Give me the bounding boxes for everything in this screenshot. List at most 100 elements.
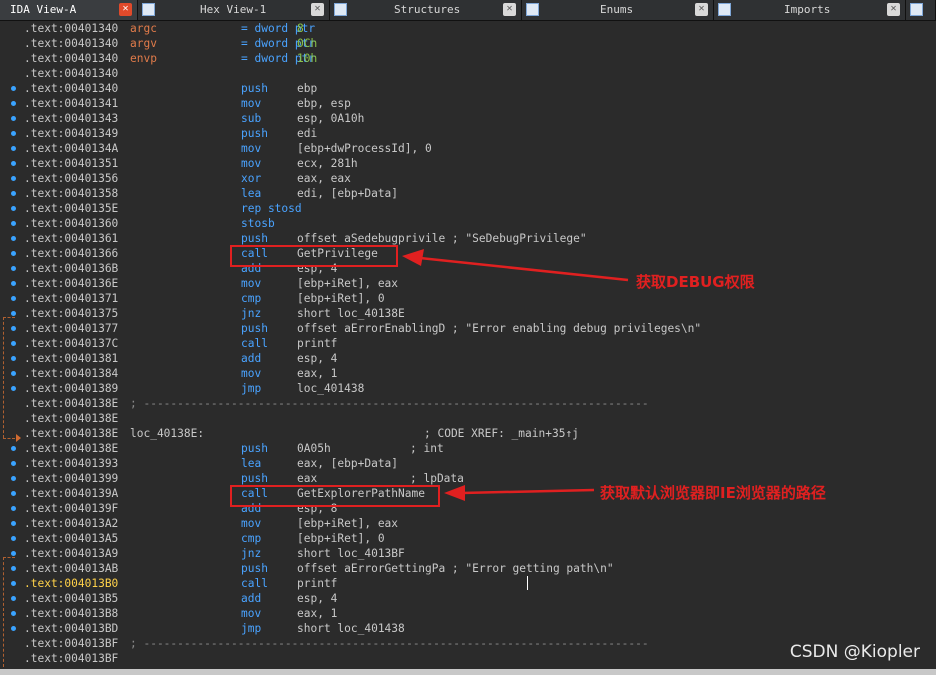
line-address: .text:00401360 — [24, 217, 119, 230]
disasm-line[interactable]: .text:004013BD jmp short loc_401438 — [24, 621, 936, 636]
disassembly-listing[interactable]: .text:00401340 argc = dword ptr 8 .text:0040… — [24, 21, 936, 669]
tab-enums[interactable]: Enums ✕ — [522, 0, 714, 20]
close-icon[interactable]: ✕ — [695, 3, 708, 16]
line-operand: short loc_40138E — [297, 307, 405, 320]
tab-ida-view-a[interactable]: IDA View-A ✕ — [0, 0, 138, 20]
disasm-line[interactable]: .text:00401340 argc = dword ptr 8 — [24, 21, 936, 36]
disasm-line[interactable]: .text:0040134A mov [ebp+dwProcessId], 0 — [24, 141, 936, 156]
tab-overflow[interactable] — [906, 0, 936, 20]
breakpoint-dot-icon[interactable] — [11, 596, 16, 601]
disasm-line[interactable]: .text:00401340 push ebp — [24, 81, 936, 96]
breakpoint-dot-icon[interactable] — [11, 251, 16, 256]
disasm-line[interactable]: .text:00401393 lea eax, [ebp+Data] — [24, 456, 936, 471]
disasm-line[interactable]: .text:0040139F add esp, 8 — [24, 501, 936, 516]
breakpoint-dot-icon[interactable] — [11, 131, 16, 136]
disasm-line[interactable]: .text:00401360 stosb — [24, 216, 936, 231]
disasm-line[interactable]: .text:004013A9 jnz short loc_4013BF — [24, 546, 936, 561]
disasm-line[interactable]: .text:00401340 — [24, 66, 936, 81]
breakpoint-dot-icon[interactable] — [11, 356, 16, 361]
disasm-line[interactable]: .text:004013A5 cmp [ebp+iRet], 0 — [24, 531, 936, 546]
breakpoint-dot-icon[interactable] — [11, 521, 16, 526]
breakpoint-dot-icon[interactable] — [11, 161, 16, 166]
disassembly-gutter[interactable] — [0, 21, 24, 669]
breakpoint-dot-icon[interactable] — [11, 461, 16, 466]
disasm-line[interactable]: .text:00401356 xor eax, eax — [24, 171, 936, 186]
disasm-line[interactable]: .text:00401343 sub esp, 0A10h — [24, 111, 936, 126]
breakpoint-dot-icon[interactable] — [11, 551, 16, 556]
line-address: .text:0040136B — [24, 262, 119, 275]
disasm-line[interactable]: .text:004013B5 add esp, 4 — [24, 591, 936, 606]
breakpoint-dot-icon[interactable] — [11, 176, 16, 181]
breakpoint-dot-icon[interactable] — [11, 611, 16, 616]
disasm-line[interactable]: .text:004013A2 mov [ebp+iRet], eax — [24, 516, 936, 531]
breakpoint-dot-icon[interactable] — [11, 266, 16, 271]
breakpoint-dot-icon[interactable] — [11, 206, 16, 211]
line-mnemonic: mov — [241, 517, 262, 530]
disasm-line[interactable]: .text:00401340 envp = dword ptr 10h — [24, 51, 936, 66]
breakpoint-dot-icon[interactable] — [11, 296, 16, 301]
breakpoint-dot-icon[interactable] — [11, 146, 16, 151]
breakpoint-dot-icon[interactable] — [11, 281, 16, 286]
tab-structures[interactable]: Structures ✕ — [330, 0, 522, 20]
line-operand: [ebp+dwProcessId], 0 — [297, 142, 432, 155]
disasm-line[interactable]: .text:00401349 push edi — [24, 126, 936, 141]
breakpoint-dot-icon[interactable] — [11, 221, 16, 226]
breakpoint-dot-icon[interactable] — [11, 446, 16, 451]
breakpoint-dot-icon[interactable] — [11, 476, 16, 481]
breakpoint-dot-icon[interactable] — [11, 86, 16, 91]
tab-hex-view-1[interactable]: Hex View-1 ✕ — [138, 0, 330, 20]
disasm-line[interactable]: .text:00401375 jnz short loc_40138E — [24, 306, 936, 321]
disasm-line[interactable]: .text:0040136B add esp, 4 — [24, 261, 936, 276]
disasm-line[interactable]: .text:004013B8 mov eax, 1 — [24, 606, 936, 621]
line-operand: esp, 0A10h — [297, 112, 365, 125]
breakpoint-dot-icon[interactable] — [11, 101, 16, 106]
close-icon[interactable]: ✕ — [503, 3, 516, 16]
disasm-line[interactable]: .text:00401384 mov eax, 1 — [24, 366, 936, 381]
disasm-line[interactable]: .text:0040137C call printf — [24, 336, 936, 351]
breakpoint-dot-icon[interactable] — [11, 341, 16, 346]
jump-target-arrow-icon — [16, 434, 21, 442]
disasm-line[interactable]: .text:0040138E ; ------------------------… — [24, 396, 936, 411]
close-icon[interactable]: ✕ — [119, 3, 132, 16]
line-mnemonic: call — [241, 577, 268, 590]
breakpoint-dot-icon[interactable] — [11, 536, 16, 541]
disasm-line[interactable]: .text:0040138E push 0A05h ; int — [24, 441, 936, 456]
breakpoint-dot-icon[interactable] — [11, 191, 16, 196]
tab-imports[interactable]: Imports ✕ — [714, 0, 906, 20]
close-icon[interactable]: ✕ — [887, 3, 900, 16]
breakpoint-dot-icon[interactable] — [11, 491, 16, 496]
breakpoint-dot-icon[interactable] — [11, 566, 16, 571]
close-icon[interactable]: ✕ — [311, 3, 324, 16]
breakpoint-dot-icon[interactable] — [11, 116, 16, 121]
disasm-line[interactable]: .text:00401381 add esp, 4 — [24, 351, 936, 366]
line-operand: 0Ch — [297, 37, 318, 50]
breakpoint-dot-icon[interactable] — [11, 626, 16, 631]
disasm-line[interactable]: .text:00401371 cmp [ebp+iRet], 0 — [24, 291, 936, 306]
line-mnemonic: cmp — [241, 292, 262, 305]
line-address: .text:00401361 — [24, 232, 119, 245]
disasm-line[interactable]: .text:00401366 call GetPrivilege — [24, 246, 936, 261]
breakpoint-dot-icon[interactable] — [11, 371, 16, 376]
disasm-line[interactable]: .text:00401377 push offset aErrorEnablingD… — [24, 321, 936, 336]
disasm-line[interactable]: .text:0040138E loc_40138E: ; CODE XREF: _m… — [24, 426, 936, 441]
disasm-line[interactable]: .text:0040136E mov [ebp+iRet], eax — [24, 276, 936, 291]
disasm-line[interactable]: .text:00401389 jmp loc_401438 — [24, 381, 936, 396]
breakpoint-dot-icon[interactable] — [11, 506, 16, 511]
disasm-line[interactable]: .text:00401351 mov ecx, 281h — [24, 156, 936, 171]
disasm-line[interactable]: .text:00401358 lea edi, [ebp+Data] — [24, 186, 936, 201]
disasm-line[interactable]: .text:0040138E — [24, 411, 936, 426]
breakpoint-dot-icon[interactable] — [11, 311, 16, 316]
breakpoint-dot-icon[interactable] — [11, 326, 16, 331]
disasm-line[interactable]: .text:00401340 argv = dword ptr 0Ch — [24, 36, 936, 51]
breakpoint-dot-icon[interactable] — [11, 581, 16, 586]
line-mnemonic: mov — [241, 157, 262, 170]
disasm-line[interactable]: .text:00401341 mov ebp, esp — [24, 96, 936, 111]
line-address: .text:004013AB — [24, 562, 119, 575]
line-comment: ; int — [410, 442, 444, 455]
disasm-line[interactable]: .text:0040135E rep stosd — [24, 201, 936, 216]
breakpoint-dot-icon[interactable] — [11, 386, 16, 391]
disasm-line[interactable]: .text:004013AB push offset aErrorGettingPa… — [24, 561, 936, 576]
disasm-line[interactable]: .text:00401361 push offset aSedebugprivile… — [24, 231, 936, 246]
breakpoint-dot-icon[interactable] — [11, 236, 16, 241]
disasm-line[interactable]: .text:004013B0 call printf — [24, 576, 936, 591]
